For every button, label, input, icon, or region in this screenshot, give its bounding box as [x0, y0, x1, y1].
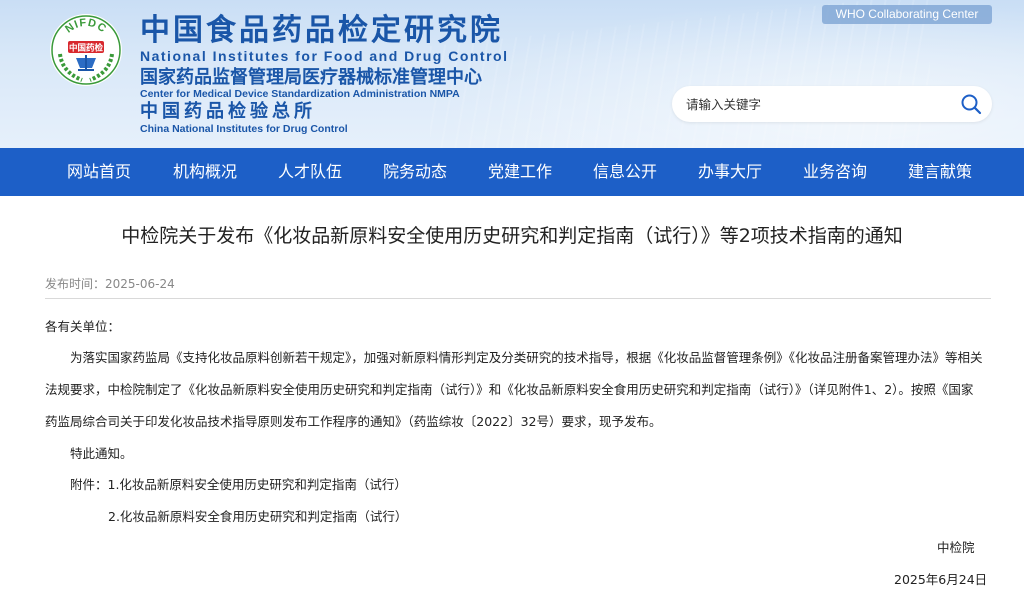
institute-cn-title: 中国食品药品检定研究院	[140, 13, 503, 48]
salutation: 各有关单位：	[45, 319, 121, 334]
paragraph-line: 为落实国家药监局《支持化妆品原料创新若干规定》，加强对新原料情形判定及分类研究的…	[70, 350, 983, 365]
logo-center-text: 中国药检	[69, 43, 104, 54]
institute-en-title: National Institutes for Food and Drug Co…	[140, 48, 509, 64]
paragraph-line: 药监局综合司关于印发化妆品技术指导原则发布工作程序的通知》（药监综妆〔2022〕…	[45, 414, 662, 429]
nav-item-home[interactable]: 网站首页	[67, 148, 131, 196]
drug-control-en-name: China National Institutes for Drug Contr…	[140, 123, 348, 135]
nav-item-talent[interactable]: 人才队伍	[278, 148, 342, 196]
center-cn-name: 国家药品监督管理局医疗器械标准管理中心	[140, 67, 482, 88]
publish-date: 发布时间：2025-06-24	[45, 277, 175, 291]
search-icon[interactable]	[960, 93, 982, 115]
search-box	[672, 86, 992, 122]
nav-item-party-building[interactable]: 党建工作	[488, 148, 552, 196]
search-input[interactable]	[686, 92, 946, 116]
article-title: 中检院关于发布《化妆品新原料安全使用历史研究和判定指南（试行）》等2项技术指南的…	[121, 225, 903, 247]
signer: 中检院	[937, 540, 975, 555]
nav-item-information-disclosure[interactable]: 信息公开	[593, 148, 657, 196]
nav-item-consultation[interactable]: 业务咨询	[803, 148, 867, 196]
site-header: NIFDC 中国药检 中国食品药品检定研究院 National Institut…	[0, 0, 1024, 148]
notice-closing: 特此通知。	[70, 446, 133, 461]
attachment-link-2[interactable]: 2.化妆品新原料安全食用历史研究和判定指南（试行）	[108, 507, 407, 527]
institute-name-block: 中国食品药品检定研究院 National Institutes for Food…	[140, 13, 509, 65]
nifdc-logo-icon[interactable]: NIFDC 中国药检	[48, 12, 124, 88]
drug-control-cn-name: 中国药品检验总所	[140, 101, 316, 122]
center-en-name: Center for Medical Device Standardizatio…	[140, 88, 460, 100]
main-nav: 网站首页 机构概况 人才队伍 院务动态 党建工作 信息公开 办事大厅 业务咨询 …	[0, 148, 1024, 196]
sign-date: 2025年6月24日	[894, 572, 988, 587]
nav-item-suggestions[interactable]: 建言献策	[908, 148, 972, 196]
paragraph-line: 法规要求，中检院制定了《化妆品新原料安全使用历史研究和判定指南（试行）》和《化妆…	[45, 382, 974, 397]
nav-item-news[interactable]: 院务动态	[383, 148, 447, 196]
who-collaborating-center-link[interactable]: WHO Collaborating Center	[822, 5, 992, 24]
attachment-link-1[interactable]: 附件：1.化妆品新原料安全使用历史研究和判定指南（试行）	[70, 475, 407, 495]
nav-item-about[interactable]: 机构概况	[173, 148, 237, 196]
title-divider	[45, 298, 991, 299]
nav-item-service-hall[interactable]: 办事大厅	[698, 148, 762, 196]
